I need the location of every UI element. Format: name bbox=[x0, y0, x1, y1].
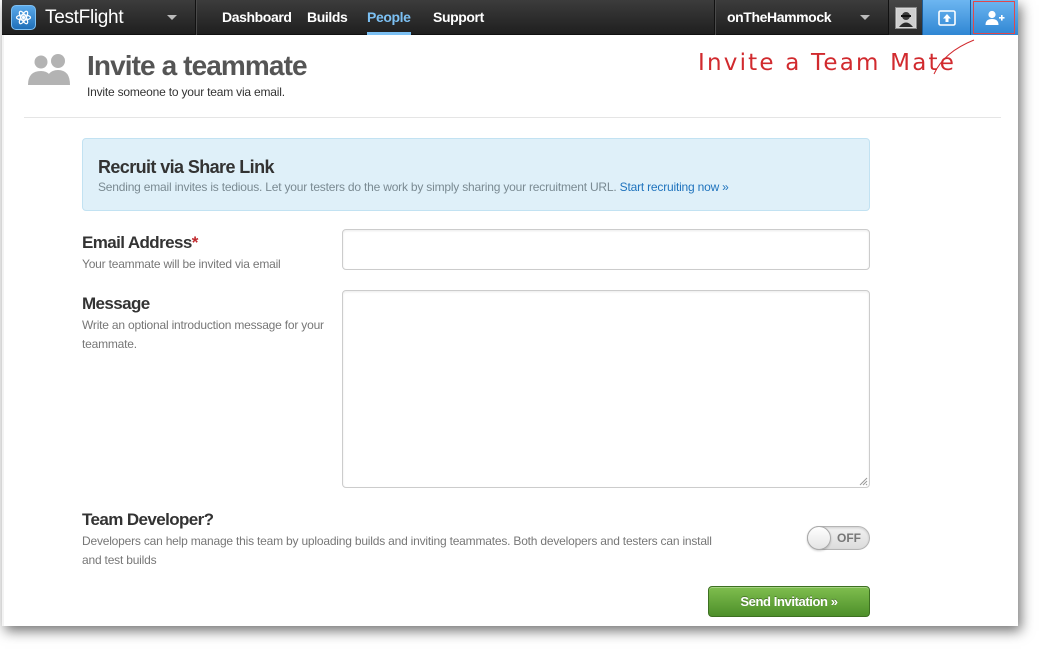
send-invitation-button[interactable]: Send Invitation » bbox=[708, 586, 870, 617]
email-help-text: Your teammate will be invited via email bbox=[82, 257, 281, 271]
share-banner-description: Sending email invites is tedious. Let yo… bbox=[98, 180, 617, 194]
page-title: Invite a teammate bbox=[87, 50, 308, 81]
team-developer-label: Team Developer? bbox=[82, 510, 214, 529]
avatar-button[interactable] bbox=[888, 0, 922, 35]
resize-grip-icon[interactable] bbox=[858, 476, 868, 486]
app-window: TestFlight Dashboard Builds People Suppo… bbox=[2, 0, 1018, 626]
nav-builds[interactable]: Builds bbox=[307, 0, 348, 35]
nav-support[interactable]: Support bbox=[433, 0, 484, 35]
start-recruiting-link[interactable]: Start recruiting now » bbox=[620, 180, 729, 194]
nav-divider bbox=[714, 0, 715, 35]
toggle-knob bbox=[807, 526, 831, 550]
testflight-logo-icon bbox=[11, 5, 36, 30]
top-navigation-bar: TestFlight Dashboard Builds People Suppo… bbox=[2, 0, 1018, 35]
upload-icon bbox=[937, 9, 956, 26]
email-field[interactable] bbox=[342, 229, 870, 270]
share-link-banner: Recruit via Share Link Sending email inv… bbox=[82, 138, 870, 211]
chevron-down-icon[interactable] bbox=[167, 15, 177, 20]
header-divider bbox=[24, 117, 1001, 118]
team-developer-help-text: Developers can help manage this team by … bbox=[82, 534, 712, 567]
email-label: Email Address* bbox=[82, 233, 198, 253]
nav-people[interactable]: People bbox=[367, 0, 411, 35]
add-user-icon bbox=[985, 10, 1004, 25]
toggle-state-label: OFF bbox=[837, 531, 861, 545]
window-edge bbox=[2, 35, 4, 626]
required-mark: * bbox=[191, 233, 199, 252]
nav-dashboard[interactable]: Dashboard bbox=[222, 0, 292, 35]
annotation-label: Invite a Team Mate bbox=[698, 50, 957, 76]
email-label-text: Email Address bbox=[82, 233, 192, 252]
share-banner-title: Recruit via Share Link bbox=[98, 157, 274, 177]
message-label: Message bbox=[82, 294, 150, 313]
people-icon bbox=[28, 54, 70, 85]
message-help-text: Write an optional introduction message f… bbox=[82, 318, 324, 351]
team-developer-toggle[interactable]: OFF bbox=[807, 526, 870, 550]
message-textarea[interactable] bbox=[342, 290, 870, 488]
brand[interactable]: TestFlight bbox=[11, 5, 124, 30]
share-banner-text: Sending email invites is tedious. Let yo… bbox=[98, 180, 729, 194]
user-avatar bbox=[894, 6, 917, 29]
page-subtitle: Invite someone to your team via email. bbox=[87, 85, 285, 99]
brand-name: TestFlight bbox=[45, 6, 124, 28]
account-switcher[interactable]: onTheHammock bbox=[727, 0, 832, 35]
chevron-down-icon[interactable] bbox=[860, 15, 870, 20]
nav-divider bbox=[195, 0, 196, 35]
